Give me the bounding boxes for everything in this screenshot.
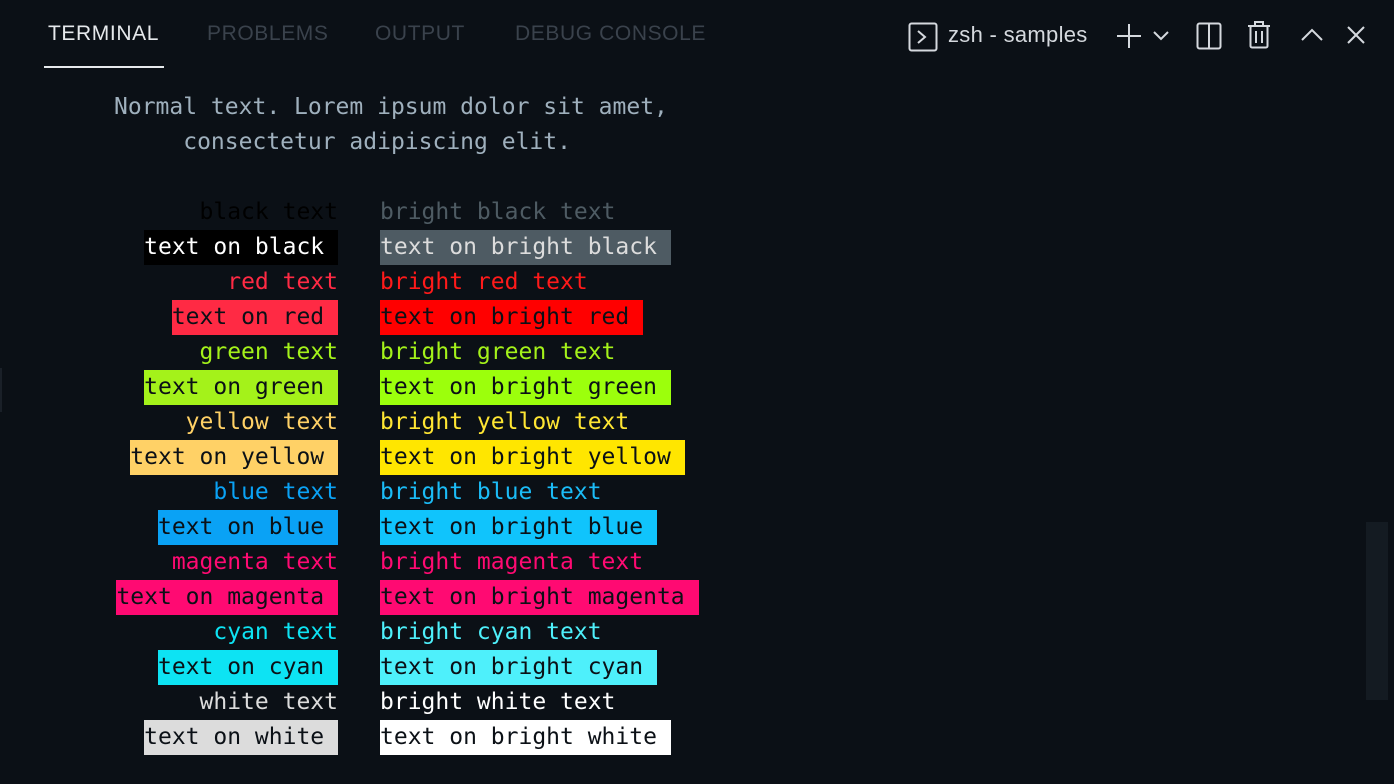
- right-color-sample: text on bright blue: [380, 510, 657, 545]
- terminal-shell-label[interactable]: zsh - samples: [948, 22, 1088, 48]
- plus-icon[interactable]: [1116, 23, 1142, 49]
- right-color-sample: text on bright yellow: [380, 440, 685, 475]
- tab-debug-console[interactable]: DEBUG CONSOLE: [515, 22, 706, 46]
- panel-header: TERMINAL PROBLEMS OUTPUT DEBUG CONSOLE z…: [0, 0, 1394, 70]
- left-color-sample: text on black: [144, 230, 338, 265]
- left-color-sample: black text: [199, 199, 338, 225]
- gutter-marker: [0, 368, 2, 412]
- terminal-shell-icon[interactable]: [908, 22, 938, 52]
- right-color-sample: text on bright green: [380, 370, 671, 405]
- terminal-scrollbar[interactable]: [1366, 522, 1388, 700]
- right-color-sample: bright blue text: [380, 479, 602, 505]
- left-color-sample: yellow text: [185, 409, 338, 435]
- left-color-sample: text on magenta: [116, 580, 338, 615]
- right-color-sample: text on bright magenta: [380, 580, 699, 615]
- right-color-sample: bright yellow text: [380, 409, 630, 435]
- trash-icon[interactable]: [1247, 21, 1271, 49]
- right-color-sample: text on bright black: [380, 230, 671, 265]
- right-color-sample: bright black text: [380, 199, 616, 225]
- left-color-sample: white text: [199, 689, 338, 715]
- chevron-up-icon[interactable]: [1301, 28, 1323, 41]
- right-color-sample: bright green text: [380, 339, 616, 365]
- chevron-down-icon[interactable]: [1153, 31, 1169, 41]
- split-icon[interactable]: [1196, 22, 1222, 50]
- right-color-sample: bright cyan text: [380, 619, 602, 645]
- left-color-sample: magenta text: [171, 549, 338, 575]
- tab-output[interactable]: OUTPUT: [375, 22, 465, 46]
- right-color-sample: bright white text: [380, 689, 616, 715]
- left-color-sample: green text: [199, 339, 338, 365]
- right-color-sample: bright red text: [380, 269, 588, 295]
- active-tab-indicator: [44, 66, 164, 68]
- right-color-sample: text on bright white: [380, 720, 671, 755]
- intro-line-2: consectetur adipiscing elit.: [114, 129, 571, 155]
- close-icon[interactable]: [1347, 26, 1365, 44]
- terminal-output[interactable]: Normal text. Lorem ipsum dolor sit amet,…: [0, 70, 1394, 784]
- left-color-sample: blue text: [213, 479, 338, 505]
- tab-terminal[interactable]: TERMINAL: [48, 22, 159, 46]
- intro-line-1: Normal text. Lorem ipsum dolor sit amet,: [114, 94, 668, 120]
- left-color-sample: text on red: [171, 300, 338, 335]
- left-color-sample: text on cyan: [157, 650, 338, 685]
- tab-problems[interactable]: PROBLEMS: [207, 22, 329, 46]
- right-color-sample: bright magenta text: [380, 549, 644, 575]
- left-color-sample: text on yellow: [130, 440, 338, 475]
- right-color-sample: text on bright cyan: [380, 650, 657, 685]
- left-color-sample: cyan text: [213, 619, 338, 645]
- left-color-sample: text on white: [144, 720, 338, 755]
- left-color-sample: red text: [227, 269, 338, 295]
- left-color-sample: text on blue: [157, 510, 338, 545]
- right-color-sample: text on bright red: [380, 300, 644, 335]
- left-color-sample: text on green: [144, 370, 338, 405]
